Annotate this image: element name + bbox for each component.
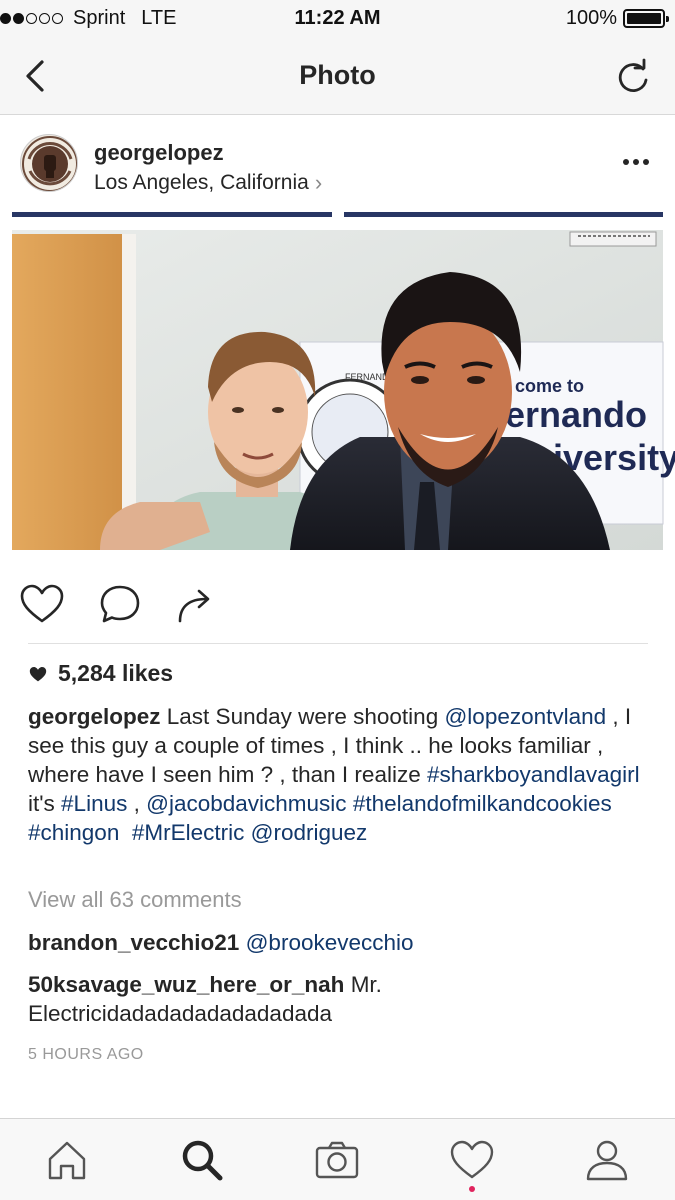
profile-icon[interactable]: [582, 1135, 632, 1185]
post-username[interactable]: georgelopez: [94, 140, 224, 166]
page-title: Photo: [299, 60, 376, 90]
comment-username[interactable]: brandon_vecchio21: [28, 930, 239, 955]
view-all-comments-link[interactable]: View all 63 comments: [28, 887, 242, 913]
comment-username[interactable]: 50ksavage_wuz_here_or_nah: [28, 972, 344, 997]
mention-link[interactable]: @lopezontvland: [444, 704, 606, 729]
post-caption: georgelopez Last Sunday were shooting @l…: [28, 702, 648, 847]
battery-icon: [623, 9, 669, 28]
activity-heart-icon[interactable]: [447, 1135, 497, 1185]
caption-username[interactable]: georgelopez: [28, 704, 161, 729]
action-bar: [0, 575, 675, 635]
mention-link[interactable]: @brookevecchio: [246, 930, 414, 955]
mention-link[interactable]: @jacobdavichmusic: [146, 791, 346, 816]
nav-bar: Photo: [0, 38, 675, 115]
post-header: georgelopez Los Angeles, California ›: [0, 116, 675, 212]
like-heart-icon[interactable]: [18, 581, 66, 629]
hashtag-link[interactable]: #MrElectric: [132, 820, 245, 845]
chicano-power-logo-icon: [22, 136, 77, 191]
hashtag-link[interactable]: #chingon: [28, 820, 119, 845]
battery-percent: 100%: [565, 7, 617, 29]
post-timestamp: 5 HOURS AGO: [28, 1046, 144, 1063]
mention-link[interactable]: @rodriguez: [251, 820, 368, 845]
tab-bar: [0, 1118, 675, 1200]
caption-text: [119, 820, 132, 845]
comment-icon[interactable]: [96, 581, 144, 629]
refresh-icon[interactable]: [613, 56, 653, 96]
heart-filled-icon: [29, 666, 47, 681]
caption-text: Last Sunday were shooting: [160, 704, 445, 729]
home-icon[interactable]: [42, 1135, 92, 1185]
status-bar: Sprint LTE 11:22 AM 100%: [0, 0, 675, 38]
camera-icon[interactable]: [312, 1135, 362, 1185]
comment-item: brandon_vecchio21 @brookevecchio: [28, 928, 648, 957]
hashtag-link[interactable]: #thelandofmilkandcookies: [353, 791, 612, 816]
banner-line1: come to: [515, 376, 584, 396]
share-arrow-icon[interactable]: [172, 581, 220, 629]
more-options-button[interactable]: [619, 152, 653, 172]
location-label: Los Angeles, California: [94, 171, 309, 194]
caption-text: it's: [28, 791, 62, 816]
like-count[interactable]: 5,284 likes: [28, 660, 173, 687]
photo-image: FERNANDO come to ernando University ON: [0, 212, 675, 562]
status-right: 100%: [565, 7, 669, 30]
like-count-label: 5,284 likes: [58, 660, 174, 686]
hashtag-link[interactable]: #sharkboyandlavagirl: [427, 762, 640, 787]
notification-dot: [469, 1186, 475, 1192]
post-photo[interactable]: FERNANDO come to ernando University ON: [0, 212, 675, 562]
banner-line2: ernando: [505, 394, 647, 435]
avatar[interactable]: [20, 134, 78, 192]
search-icon[interactable]: [177, 1135, 227, 1185]
hashtag-link[interactable]: #Linus: [61, 791, 127, 816]
comment-item: 50ksavage_wuz_here_or_nah Mr. Electricid…: [28, 970, 648, 1028]
chevron-right-icon: ›: [314, 170, 323, 195]
post-location[interactable]: Los Angeles, California ›: [94, 170, 322, 196]
caption-text: ,: [127, 791, 147, 816]
divider: [28, 643, 648, 644]
